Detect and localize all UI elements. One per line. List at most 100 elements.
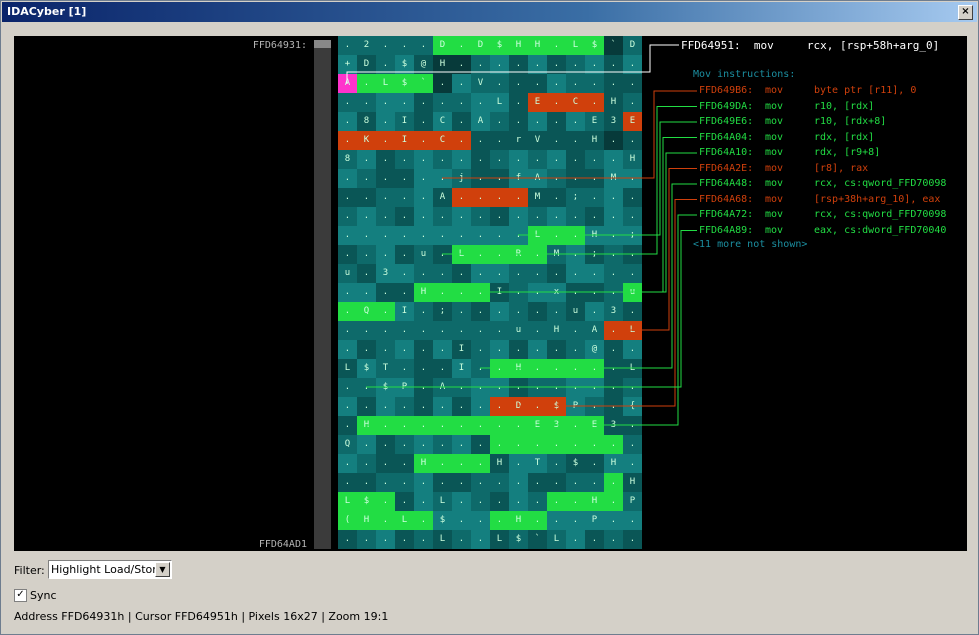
byte-pixel[interactable]: L bbox=[452, 245, 471, 264]
byte-pixel[interactable]: . bbox=[376, 530, 395, 549]
byte-pixel[interactable]: . bbox=[566, 283, 585, 302]
byte-pixel[interactable]: . bbox=[452, 283, 471, 302]
byte-pixel[interactable]: . bbox=[623, 55, 642, 74]
byte-pixel[interactable]: R bbox=[509, 245, 528, 264]
byte-pixel[interactable]: . bbox=[566, 511, 585, 530]
byte-pixel[interactable]: . bbox=[490, 226, 509, 245]
byte-pixel[interactable]: . bbox=[433, 454, 452, 473]
byte-pixel[interactable]: . bbox=[566, 340, 585, 359]
byte-pixel[interactable]: . bbox=[376, 131, 395, 150]
byte-pixel[interactable]: . bbox=[490, 435, 509, 454]
byte-pixel[interactable]: H bbox=[414, 283, 433, 302]
byte-pixel[interactable]: A bbox=[528, 169, 547, 188]
byte-pixel[interactable]: . bbox=[471, 454, 490, 473]
byte-pixel[interactable]: . bbox=[452, 492, 471, 511]
byte-pixel[interactable]: . bbox=[509, 416, 528, 435]
byte-pixel[interactable]: . bbox=[452, 264, 471, 283]
byte-pixel[interactable]: . bbox=[433, 340, 452, 359]
byte-pixel[interactable]: . bbox=[414, 321, 433, 340]
byte-pixel[interactable]: . bbox=[490, 492, 509, 511]
byte-pixel[interactable]: . bbox=[623, 264, 642, 283]
byte-pixel[interactable]: . bbox=[395, 283, 414, 302]
byte-pixel[interactable]: . bbox=[604, 492, 623, 511]
byte-pixel[interactable]: . bbox=[433, 283, 452, 302]
byte-pixel[interactable]: . bbox=[547, 264, 566, 283]
byte-pixel[interactable]: . bbox=[623, 245, 642, 264]
byte-pixel[interactable]: . bbox=[566, 530, 585, 549]
byte-pixel[interactable]: ; bbox=[566, 188, 585, 207]
byte-pixel[interactable]: . bbox=[452, 93, 471, 112]
byte-pixel[interactable]: u bbox=[566, 302, 585, 321]
byte-pixel[interactable]: . bbox=[585, 169, 604, 188]
byte-pixel[interactable]: H bbox=[528, 36, 547, 55]
byte-pixel[interactable]: M bbox=[528, 188, 547, 207]
byte-pixel[interactable]: . bbox=[490, 416, 509, 435]
byte-pixel[interactable]: . bbox=[547, 511, 566, 530]
byte-pixel[interactable]: $ bbox=[490, 36, 509, 55]
byte-pixel[interactable]: . bbox=[433, 264, 452, 283]
byte-pixel[interactable]: . bbox=[528, 55, 547, 74]
byte-pixel[interactable]: 3 bbox=[376, 264, 395, 283]
byte-pixel[interactable]: . bbox=[395, 359, 414, 378]
byte-pixel[interactable]: . bbox=[585, 188, 604, 207]
byte-pixel[interactable]: . bbox=[509, 188, 528, 207]
byte-pixel[interactable]: . bbox=[395, 340, 414, 359]
byte-pixel[interactable]: . bbox=[490, 55, 509, 74]
byte-pixel[interactable]: . bbox=[623, 511, 642, 530]
byte-pixel[interactable]: . bbox=[623, 93, 642, 112]
byte-pixel[interactable]: H bbox=[490, 454, 509, 473]
byte-pixel[interactable]: . bbox=[490, 359, 509, 378]
byte-pixel[interactable]: . bbox=[604, 283, 623, 302]
byte-pixel[interactable]: A bbox=[585, 321, 604, 340]
byte-pixel[interactable]: . bbox=[623, 416, 642, 435]
byte-pixel[interactable]: . bbox=[547, 454, 566, 473]
byte-pixel[interactable]: I bbox=[395, 112, 414, 131]
byte-pixel[interactable]: . bbox=[433, 435, 452, 454]
byte-pixel[interactable]: . bbox=[509, 283, 528, 302]
byte-pixel[interactable]: L bbox=[547, 530, 566, 549]
byte-pixel[interactable]: ` bbox=[528, 530, 547, 549]
byte-pixel[interactable]: . bbox=[566, 435, 585, 454]
byte-pixel[interactable]: . bbox=[452, 530, 471, 549]
byte-pixel[interactable]: . bbox=[585, 359, 604, 378]
byte-pixel[interactable]: M bbox=[604, 169, 623, 188]
byte-pixel[interactable]: E bbox=[585, 112, 604, 131]
byte-pixel[interactable]: . bbox=[528, 74, 547, 93]
byte-pixel[interactable]: . bbox=[395, 150, 414, 169]
byte-pixel[interactable]: . bbox=[338, 530, 357, 549]
byte-pixel[interactable]: . bbox=[395, 264, 414, 283]
byte-pixel[interactable]: . bbox=[547, 226, 566, 245]
byte-pixel[interactable]: . bbox=[338, 378, 357, 397]
byte-pixel[interactable]: . bbox=[509, 378, 528, 397]
byte-pixel[interactable]: I bbox=[452, 359, 471, 378]
byte-pixel[interactable]: . bbox=[490, 245, 509, 264]
byte-pixel[interactable]: + bbox=[338, 55, 357, 74]
byte-pixel[interactable]: . bbox=[471, 188, 490, 207]
byte-pixel[interactable]: . bbox=[528, 340, 547, 359]
byte-pixel[interactable]: . bbox=[452, 397, 471, 416]
byte-pixel[interactable]: . bbox=[490, 340, 509, 359]
byte-pixel[interactable]: . bbox=[414, 340, 433, 359]
byte-pixel[interactable]: ` bbox=[604, 36, 623, 55]
byte-pixel[interactable]: u bbox=[509, 321, 528, 340]
byte-pixel[interactable]: . bbox=[604, 378, 623, 397]
byte-pixel[interactable]: . bbox=[585, 150, 604, 169]
byte-pixel[interactable]: H bbox=[604, 454, 623, 473]
byte-pixel-grid[interactable]: . 2... D. D $ H H. L $ ` D + D. $ @ H.......... A. L $ `.. V… bbox=[338, 36, 642, 549]
byte-pixel[interactable]: L bbox=[623, 321, 642, 340]
byte-pixel[interactable]: . bbox=[414, 359, 433, 378]
byte-pixel[interactable]: . bbox=[585, 473, 604, 492]
byte-pixel[interactable]: H bbox=[509, 36, 528, 55]
byte-pixel[interactable]: . bbox=[376, 245, 395, 264]
byte-pixel[interactable]: . bbox=[395, 188, 414, 207]
byte-pixel[interactable]: @ bbox=[414, 55, 433, 74]
byte-pixel[interactable]: . bbox=[338, 207, 357, 226]
byte-pixel[interactable]: . bbox=[452, 416, 471, 435]
byte-pixel[interactable]: H bbox=[357, 416, 376, 435]
byte-pixel[interactable]: H bbox=[585, 226, 604, 245]
byte-pixel[interactable]: . bbox=[623, 530, 642, 549]
vertical-scrollbar[interactable] bbox=[314, 40, 331, 549]
byte-pixel[interactable]: I bbox=[395, 131, 414, 150]
byte-pixel[interactable]: . bbox=[433, 74, 452, 93]
byte-pixel[interactable]: . bbox=[566, 55, 585, 74]
